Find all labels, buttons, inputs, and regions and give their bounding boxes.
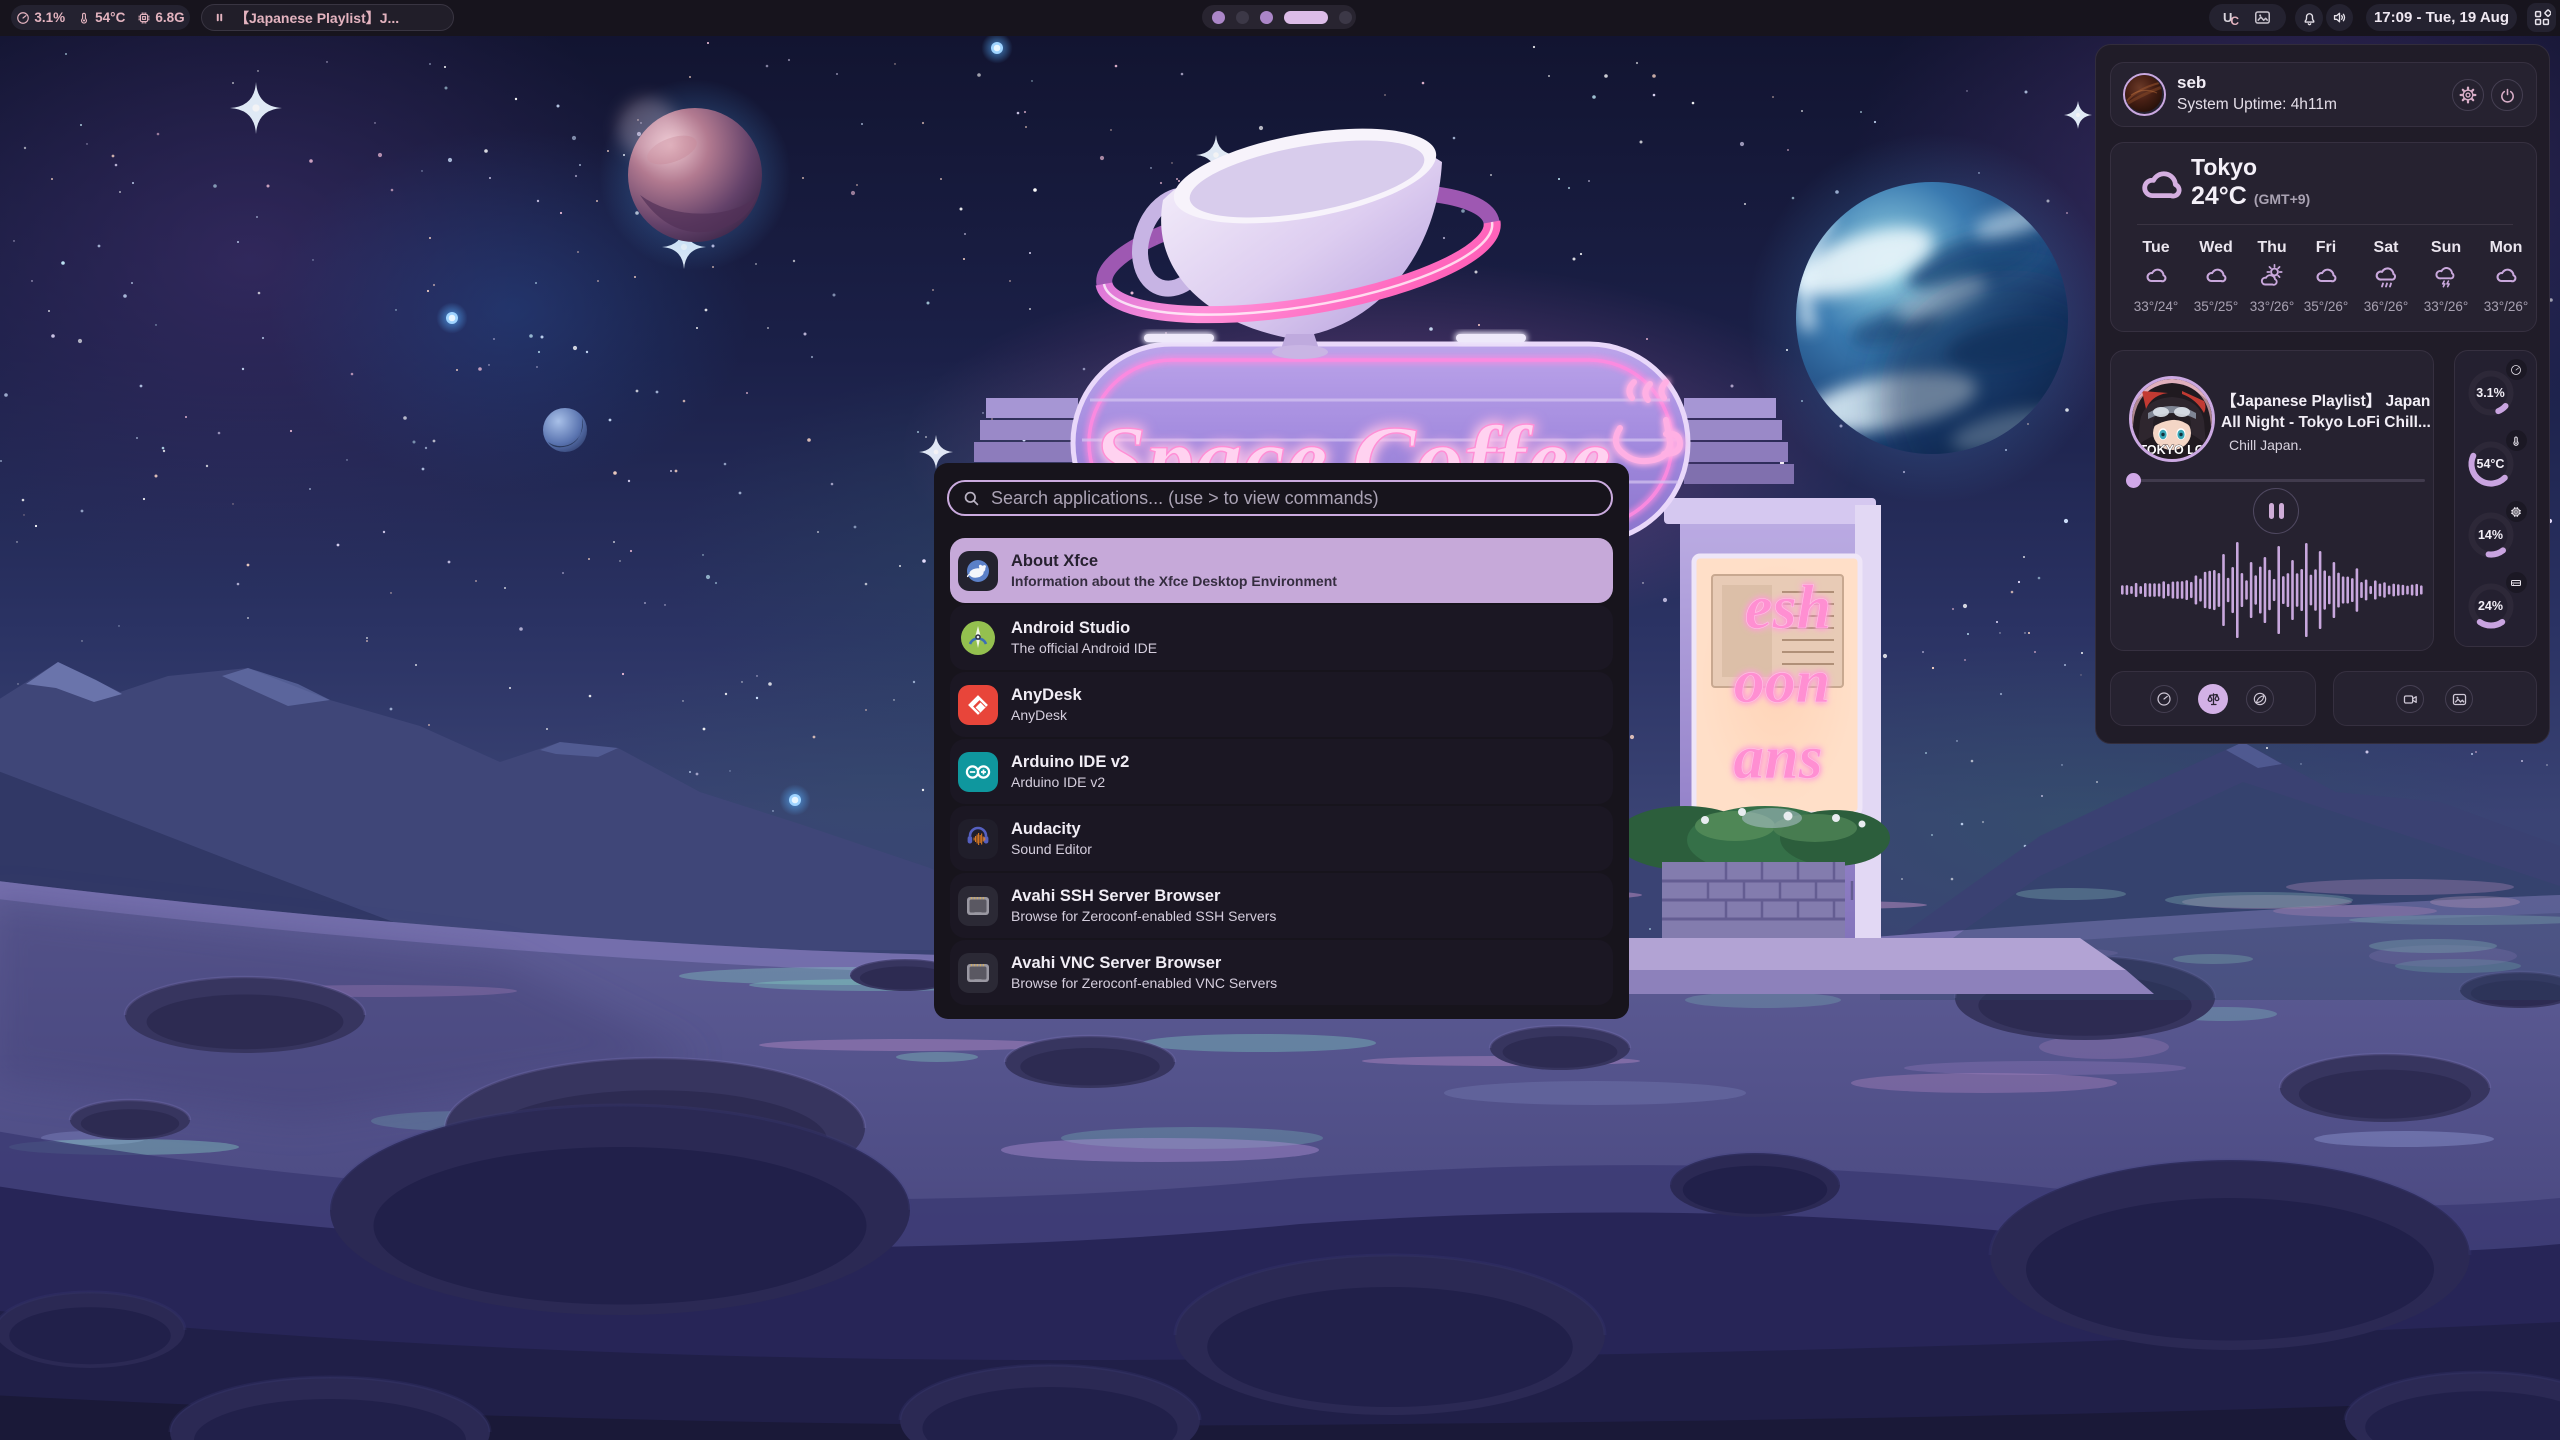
svg-text:oon: oon <box>1734 648 1830 716</box>
svg-text:ans: ans <box>1733 724 1823 792</box>
svg-text:TOKYO LO: TOKYO LO <box>2139 443 2204 457</box>
svg-text:esh: esh <box>1745 574 1831 642</box>
